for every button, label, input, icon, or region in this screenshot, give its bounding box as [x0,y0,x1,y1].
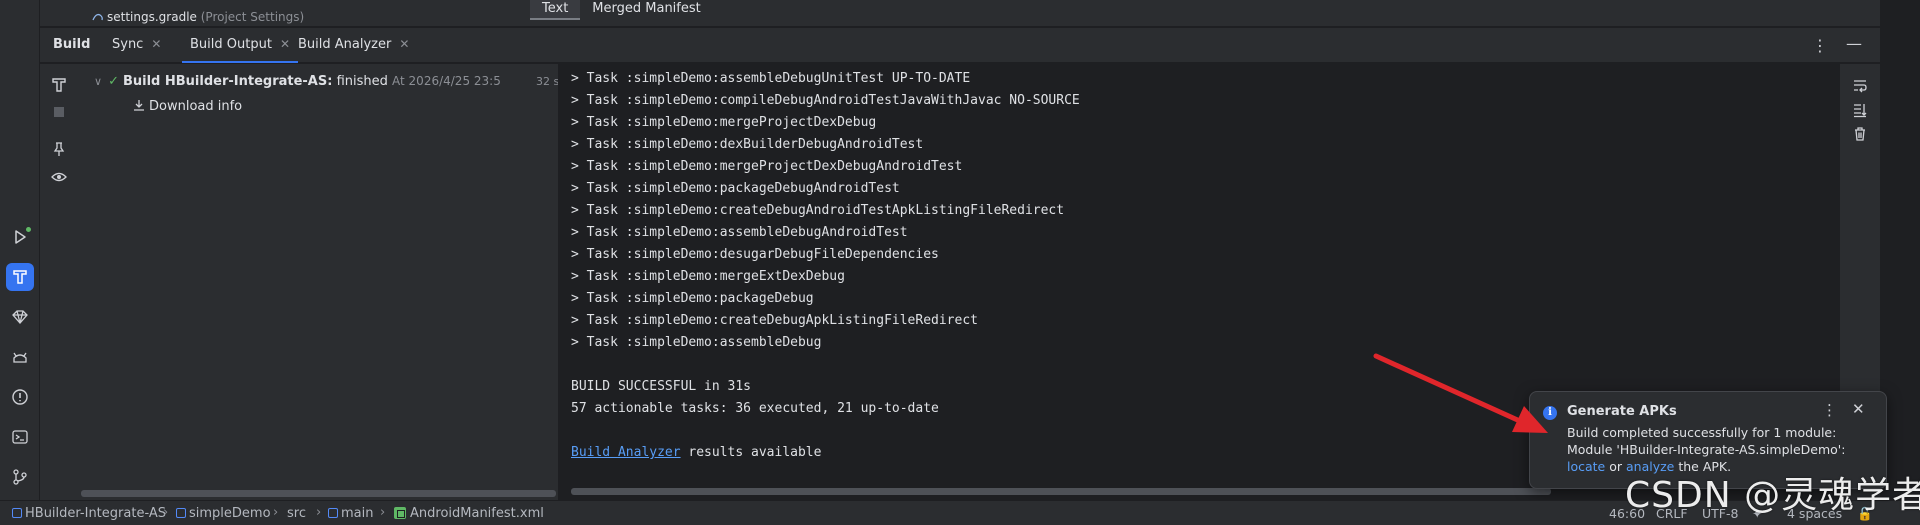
console-line: > Task :simpleDemo:mergeProjectDexDebugA… [571,159,963,174]
csdn-watermark: CSDN @灵魂学者 [1625,475,1920,516]
running-badge [25,226,32,233]
breadcrumb-file-label: AndroidManifest.xml [410,506,544,521]
or-text: or [1605,459,1626,474]
breadcrumb-main-label: main [341,506,374,521]
tab-merged-manifest[interactable]: Merged Manifest [580,0,712,20]
android-cat-icon[interactable] [6,343,34,371]
project-tree-settings-item[interactable]: settings.gradle (Project Settings) [92,10,304,24]
settings-file-note: (Project Settings) [200,10,305,24]
more-options-icon[interactable]: ⋮ [1812,36,1828,55]
tab-sync[interactable]: Sync ✕ [112,28,161,63]
breadcrumb-separator: › [316,505,322,520]
manifest-mode-tabs: Text Merged Manifest [530,0,713,22]
console-line: > Task :simpleDemo:compileDebugAndroidTe… [571,93,1080,108]
gradle-file-icon [92,13,103,21]
notification-line-1: Build completed successfully for 1 modul… [1567,425,1837,440]
pin-icon[interactable] [50,140,68,158]
tree-toolbar [40,64,78,500]
breadcrumb-project[interactable]: HBuilder-Integrate-AS [12,506,166,521]
build-name: Build HBuilder-Integrate-AS: [122,74,333,89]
tab-sync-label: Sync [112,37,144,52]
console-line: BUILD SUCCESSFUL in 31s [571,379,752,394]
tab-build-analyzer-label: Build Analyzer [298,37,392,52]
tab-text[interactable]: Text [530,0,581,20]
console-lines: > Task :simpleDemo:assembleDebugUnitTest… [571,68,1080,464]
scroll-to-end-icon[interactable] [1852,102,1868,118]
module-icon [176,508,186,518]
run-icon[interactable] [6,223,34,251]
console-line: > Task :simpleDemo:mergeProjectDexDebug [571,115,877,130]
breadcrumb-project-label: HBuilder-Integrate-AS [25,506,166,521]
console-line: > Task :simpleDemo:dexBuilderDebugAndroi… [571,137,924,152]
horizontal-scrollbar[interactable] [81,490,556,497]
xml-file-icon [394,507,406,519]
editor-top-fragment: settings.gradle (Project Settings) Text … [40,0,1880,27]
success-check-icon: ✓ [108,74,119,89]
download-info-node[interactable]: Download info [133,99,242,114]
divider [40,26,1880,27]
download-icon [134,100,144,111]
breadcrumb-module[interactable]: simpleDemo [176,506,271,521]
settings-file-name: settings.gradle [107,10,197,24]
build-hammer-icon[interactable] [50,76,68,94]
notification-title: Generate APKs [1567,404,1677,419]
build-tree-root-node[interactable]: ∨ ✓ Build HBuilder-Integrate-AS: finished … [94,74,620,89]
build-hammer-icon[interactable] [6,263,34,291]
problems-icon[interactable] [6,383,34,411]
git-branch-icon[interactable] [6,463,34,491]
trash-icon[interactable] [1852,126,1868,142]
module-icon [12,508,22,518]
breadcrumb-separator: › [163,505,169,520]
download-info-label: Download info [149,99,243,114]
folder-icon [328,508,338,518]
console-line: > Task :simpleDemo:assembleDebugUnitTest… [571,71,971,86]
eye-filter-icon[interactable] [50,168,68,186]
breadcrumb-src[interactable]: src [287,506,306,521]
notification-line-2: Module 'HBuilder-Integrate-AS.simpleDemo… [1567,442,1846,457]
locate-link[interactable]: locate [1567,459,1605,474]
breadcrumb-main[interactable]: main [328,506,373,521]
console-line: > Task :simpleDemo:createDebugAndroidTes… [571,203,1065,218]
build-timestamp: At 2026/4/25 23:5 [392,74,501,88]
more-options-icon[interactable]: ⋮ [1822,401,1837,419]
analyzer-suffix: results available [680,445,822,460]
breadcrumb-file[interactable]: AndroidManifest.xml [394,506,544,521]
build-toolwindow-header: Build Sync ✕ Build Output ✕ Build Analyzer… [40,28,1880,63]
console-line: > Task :simpleDemo:desugarDebugFileDepen… [571,247,939,262]
breadcrumb-module-label: simpleDemo [189,506,271,521]
minimize-icon[interactable]: — [1846,34,1862,53]
toolwindow-title: Build [53,37,91,52]
build-analyzer-link[interactable]: Build Analyzer [571,445,681,460]
close-icon[interactable]: ✕ [1852,400,1865,418]
build-status: finished [336,74,388,89]
breadcrumb-separator: › [380,505,386,520]
gem-icon[interactable] [6,303,34,331]
soft-wrap-icon[interactable] [1852,78,1868,94]
console-line: > Task :simpleDemo:createDebugApkListing… [571,313,978,328]
close-icon[interactable]: ✕ [399,37,409,51]
console-line: > Task :simpleDemo:assembleDebug [571,335,822,350]
info-icon: i [1543,406,1557,420]
console-line: > Task :simpleDemo:packageDebugAndroidTe… [571,181,900,196]
stop-icon[interactable] [50,103,68,121]
terminal-icon[interactable] [6,423,34,451]
breadcrumb-separator: › [273,505,279,520]
close-icon[interactable]: ✕ [280,37,290,51]
chevron-down-icon[interactable]: ∨ [94,75,102,88]
console-line: > Task :simpleDemo:packageDebug [571,291,814,306]
tab-build-analyzer[interactable]: Build Analyzer ✕ [298,28,409,63]
tab-build-output[interactable]: Build Output ✕ [182,28,298,63]
close-icon[interactable]: ✕ [151,37,161,51]
left-tool-strip [0,0,40,500]
console-line: > Task :simpleDemo:mergeExtDexDebug [571,269,845,284]
tab-build-output-label: Build Output [190,37,272,52]
console-analyzer-line: Build Analyzer results available [571,442,1080,464]
console-line: > Task :simpleDemo:assembleDebugAndroidT… [571,225,908,240]
horizontal-scrollbar[interactable] [571,488,1551,495]
console-line: 57 actionable tasks: 36 executed, 21 up-… [571,401,939,416]
build-tree-pane: ∨ ✓ Build HBuilder-Integrate-AS: finished … [40,64,620,500]
